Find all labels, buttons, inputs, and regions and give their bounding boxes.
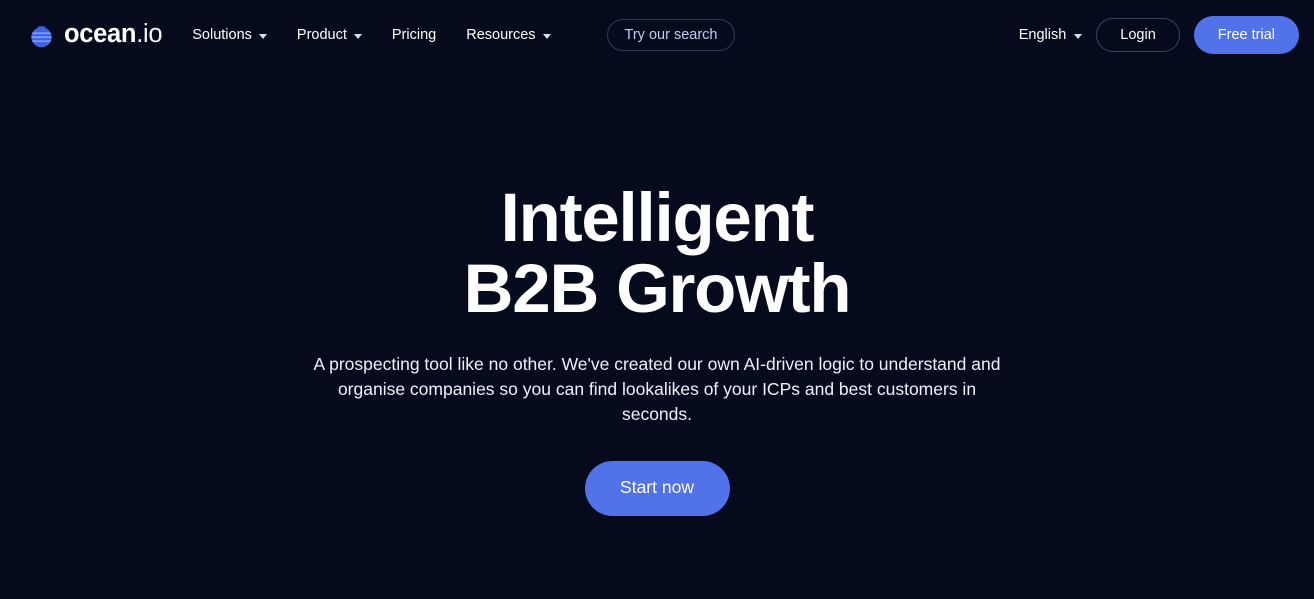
ocean-globe-icon <box>31 25 52 47</box>
language-selector[interactable]: English <box>1019 28 1083 43</box>
main-navigation: Solutions Product Pricing Resources Try … <box>192 19 736 51</box>
hero-title-line-2: Growth <box>616 250 851 328</box>
try-our-search-button[interactable]: Try our search <box>606 19 736 51</box>
nav-item-resources[interactable]: Resources <box>466 26 551 43</box>
nav-item-solutions-label: Solutions <box>192 26 252 43</box>
nav-item-pricing[interactable]: Pricing <box>392 28 436 43</box>
nav-item-pricing-label: Pricing <box>391 26 437 43</box>
chevron-down-icon <box>258 33 267 39</box>
landing-page: ocean.io Solutions Product Pricing Resou… <box>0 0 1314 599</box>
hero-section: Intelligent B2B Growth A prospecting too… <box>0 70 1314 599</box>
nav-item-product-label: Product <box>296 26 347 43</box>
nav-item-resources-label: Resources <box>466 26 536 43</box>
chevron-down-icon <box>1074 33 1083 39</box>
hero-subtitle: A prospecting tool like no other. We've … <box>313 354 1001 424</box>
start-now-button[interactable]: Start now <box>584 460 730 516</box>
language-selector-label: English <box>1018 26 1067 43</box>
logo-wordmark: ocean.io <box>64 20 163 49</box>
site-header: ocean.io Solutions Product Pricing Resou… <box>0 0 1314 70</box>
logo-word-primary: ocean <box>64 20 137 49</box>
login-button[interactable]: Login <box>1096 18 1180 52</box>
header-actions: English Login Free trial <box>1019 16 1299 54</box>
chevron-down-icon <box>542 33 551 39</box>
chevron-down-icon <box>353 33 362 39</box>
logo-ocean-io[interactable]: ocean.io <box>28 20 163 49</box>
free-trial-button[interactable]: Free trial <box>1193 16 1299 54</box>
nav-item-solutions[interactable]: Solutions <box>192 28 267 43</box>
nav-item-product[interactable]: Product <box>297 28 362 43</box>
logo-word-secondary: .io <box>136 20 163 49</box>
page-title: Intelligent B2B Growth <box>447 182 867 324</box>
